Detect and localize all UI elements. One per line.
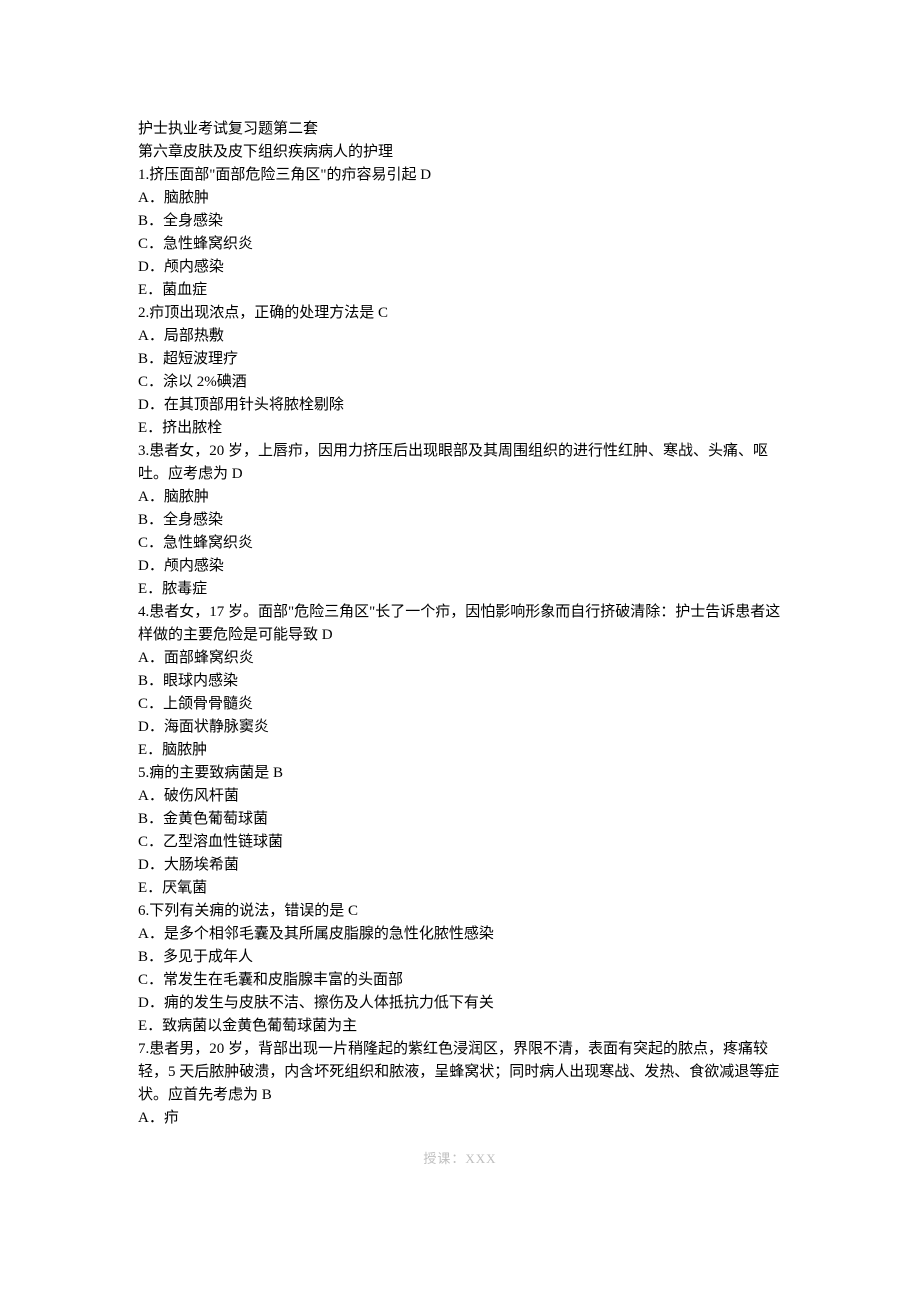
question-stem: 7.患者男，20 岁，背部出现一片稍隆起的紫红色浸润区，界限不清，表面有突起的脓… (138, 1038, 782, 1107)
question-option: D．海面状静脉窦炎 (138, 716, 782, 739)
question-option: C．常发生在毛囊和皮脂腺丰富的头面部 (138, 969, 782, 992)
question-option: C．乙型溶血性链球菌 (138, 831, 782, 854)
question-option: A．脑脓肿 (138, 486, 782, 509)
question-option: C．急性蜂窝织炎 (138, 532, 782, 555)
document-page: 护士执业考试复习题第二套 第六章皮肤及皮下组织疾病病人的护理 1.挤压面部"面部… (0, 0, 920, 1207)
question-option: B．全身感染 (138, 509, 782, 532)
question-option: E．脓毒症 (138, 578, 782, 601)
question-option: A．面部蜂窝织炎 (138, 647, 782, 670)
question-option: E．挤出脓栓 (138, 417, 782, 440)
question-option: B．多见于成年人 (138, 946, 782, 969)
question-option: A．局部热敷 (138, 325, 782, 348)
question-option: A．疖 (138, 1107, 782, 1130)
question-stem: 4.患者女，17 岁。面部"危险三角区"长了一个疖，因怕影响形象而自行挤破清除：… (138, 601, 782, 647)
question-option: B．全身感染 (138, 210, 782, 233)
question-option: E．致病菌以金黄色葡萄球菌为主 (138, 1015, 782, 1038)
question-option: B．超短波理疗 (138, 348, 782, 371)
question-stem: 6.下列有关痈的说法，错误的是 C (138, 900, 782, 923)
question-option: E．菌血症 (138, 279, 782, 302)
question-option: A．破伤风杆菌 (138, 785, 782, 808)
question-option: D．大肠埃希菌 (138, 854, 782, 877)
question-option: E．脑脓肿 (138, 739, 782, 762)
question-stem: 1.挤压面部"面部危险三角区"的疖容易引起 D (138, 164, 782, 187)
question-option: D．痈的发生与皮肤不洁、擦伤及人体抵抗力低下有关 (138, 992, 782, 1015)
doc-title: 护士执业考试复习题第二套 (138, 118, 782, 141)
question-option: D．颅内感染 (138, 256, 782, 279)
question-option: B．眼球内感染 (138, 670, 782, 693)
question-stem: 3.患者女，20 岁，上唇疖，因用力挤压后出现眼部及其周围组织的进行性红肿、寒战… (138, 440, 782, 486)
question-option: C．急性蜂窝织炎 (138, 233, 782, 256)
question-option: A．是多个相邻毛囊及其所属皮脂腺的急性化脓性感染 (138, 923, 782, 946)
question-stem: 5.痈的主要致病菌是 B (138, 762, 782, 785)
chapter-title: 第六章皮肤及皮下组织疾病病人的护理 (138, 141, 782, 164)
question-option: C．上颌骨骨髓炎 (138, 693, 782, 716)
question-option: D．颅内感染 (138, 555, 782, 578)
question-stem: 2.疖顶出现浓点，正确的处理方法是 C (138, 302, 782, 325)
question-option: E．厌氧菌 (138, 877, 782, 900)
question-option: A．脑脓肿 (138, 187, 782, 210)
question-option: B．金黄色葡萄球菌 (138, 808, 782, 831)
question-option: D．在其顶部用针头将脓栓剔除 (138, 394, 782, 417)
page-footer: 授课：XXX (138, 1148, 782, 1167)
question-option: C．涂以 2%碘酒 (138, 371, 782, 394)
